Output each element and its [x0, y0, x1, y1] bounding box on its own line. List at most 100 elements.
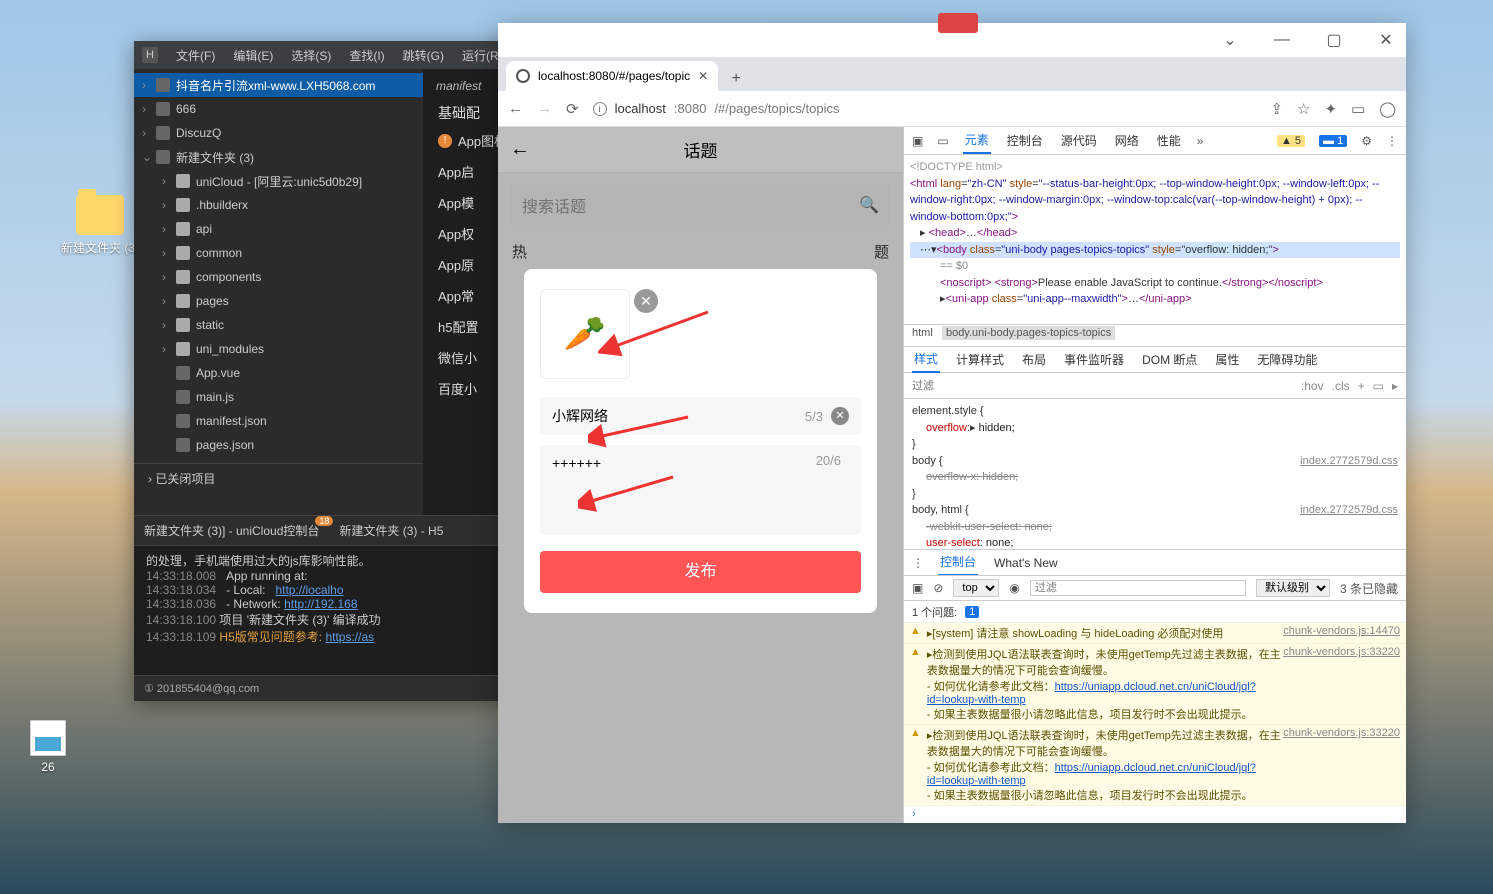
tab-styles[interactable]: 样式: [912, 346, 940, 373]
drawer-tab-whatsnew[interactable]: What's New: [992, 552, 1060, 574]
hov-toggle[interactable]: :hov: [1301, 379, 1324, 393]
tab-network[interactable]: 网络: [1113, 128, 1141, 153]
console-prompt[interactable]: ›: [904, 806, 1406, 822]
source-link[interactable]: chunk-vendors.js:33220: [1283, 646, 1400, 722]
source-link[interactable]: index.2772579d.css: [1300, 453, 1398, 470]
kebab-icon[interactable]: ⋮: [1386, 134, 1398, 148]
maximize-button[interactable]: ▢: [1320, 30, 1348, 50]
cls-toggle[interactable]: .cls: [1332, 379, 1350, 393]
tree-common[interactable]: ›common: [134, 241, 423, 265]
level-select[interactable]: 默认级别: [1256, 579, 1330, 597]
pin-icon[interactable]: ▸: [1392, 379, 1398, 393]
source-link[interactable]: chunk-vendors.js:14470: [1283, 625, 1400, 641]
tree-pages[interactable]: ›pages: [134, 289, 423, 313]
tab-console[interactable]: 控制台: [1005, 128, 1045, 153]
close-tab-icon[interactable]: ✕: [698, 69, 708, 83]
selected-element[interactable]: ⋯▾<body class="uni-body pages-topics-top…: [910, 242, 1400, 259]
tab-h5[interactable]: 新建文件夹 (3) - H5: [339, 522, 443, 539]
tree-proj-1[interactable]: ›抖音名片引流xml-www.LXH5068.com: [134, 73, 423, 97]
console-link[interactable]: https://as: [325, 630, 374, 644]
desktop-folder[interactable]: 新建文件夹 (3): [60, 195, 140, 256]
eye-icon[interactable]: ◉: [1009, 581, 1019, 595]
more-tabs-icon[interactable]: »: [1197, 134, 1204, 148]
clear-name-button[interactable]: ✕: [831, 407, 849, 425]
topic-desc-input[interactable]: [552, 455, 849, 503]
tab-unicloud[interactable]: 新建文件夹 (3)] - uniCloud控制台18: [144, 522, 319, 539]
share-icon[interactable]: ⇪: [1270, 100, 1283, 118]
topic-desc-field[interactable]: 20/6: [540, 445, 861, 535]
tab-computed[interactable]: 计算样式: [954, 347, 1006, 372]
tree-pages-json[interactable]: pages.json: [134, 433, 423, 457]
gear-icon[interactable]: ⚙: [1361, 134, 1372, 148]
menu-find[interactable]: 查找(I): [349, 47, 384, 64]
styles-filter-input[interactable]: [912, 380, 1293, 392]
minimize-button[interactable]: —: [1268, 31, 1296, 49]
site-info-icon[interactable]: i: [593, 102, 607, 116]
drawer-tab-console[interactable]: 控制台: [938, 549, 978, 576]
message-count-badge[interactable]: ▬ 1: [1319, 135, 1347, 147]
source-link[interactable]: chunk-vendors.js:33220: [1283, 727, 1400, 803]
new-rule-icon[interactable]: +: [1358, 379, 1365, 393]
console-link[interactable]: http://192.168: [284, 597, 357, 611]
elements-panel[interactable]: <!DOCTYPE html> <html lang="zh-CN" style…: [904, 155, 1406, 325]
tree-manifest[interactable]: manifest.json: [134, 409, 423, 433]
kebab-icon[interactable]: ⋮: [912, 556, 924, 570]
console-filter-input[interactable]: [1030, 580, 1246, 596]
menu-edit[interactable]: 编辑(E): [233, 47, 273, 64]
issue-bar[interactable]: 1 个问题: 1: [904, 601, 1406, 623]
close-modal-button[interactable]: ✕: [634, 289, 658, 313]
close-button[interactable]: ✕: [1372, 30, 1400, 50]
tree-unicloud[interactable]: ›uniCloud - [阿里云:unic5d0b29]: [134, 169, 423, 193]
tab-listeners[interactable]: 事件监听器: [1062, 347, 1126, 372]
tab-sources[interactable]: 源代码: [1059, 128, 1099, 153]
tab-props[interactable]: 属性: [1213, 347, 1241, 372]
tab-performance[interactable]: 性能: [1155, 128, 1183, 153]
topic-name-field[interactable]: 5/3 ✕: [540, 397, 861, 435]
breadcrumb[interactable]: html body.uni-body.pages-topics-topics: [904, 325, 1406, 347]
warning-count-badge[interactable]: ▲ 5: [1277, 135, 1305, 147]
device-icon[interactable]: ▭: [1373, 379, 1384, 393]
back-button[interactable]: ←: [508, 100, 523, 117]
device-icon[interactable]: ▭: [937, 134, 948, 148]
tree-proj-2[interactable]: ›666: [134, 97, 423, 121]
source-link[interactable]: index.2772579d.css: [1300, 502, 1398, 519]
closed-projects[interactable]: › 已关闭项目: [134, 463, 423, 493]
reload-button[interactable]: ⟳: [566, 100, 579, 118]
console-link[interactable]: http://localho: [275, 583, 343, 597]
tree-api[interactable]: ›api: [134, 217, 423, 241]
inspect-icon[interactable]: ▣: [912, 134, 923, 148]
tab-layout[interactable]: 布局: [1020, 347, 1048, 372]
styles-panel[interactable]: element.style { overflow:▸ hidden; } bod…: [904, 399, 1406, 549]
menu-select[interactable]: 选择(S): [291, 47, 331, 64]
topic-name-input[interactable]: [552, 408, 805, 424]
tree-proj-4[interactable]: ⌄新建文件夹 (3): [134, 145, 423, 169]
context-select[interactable]: top: [953, 579, 999, 597]
tree-main-js[interactable]: main.js: [134, 385, 423, 409]
tree-hbuilderx[interactable]: ›.hbuilderx: [134, 193, 423, 217]
tree-uni-modules[interactable]: ›uni_modules: [134, 337, 423, 361]
topic-avatar[interactable]: 🥕: [540, 289, 630, 379]
clear-console-icon[interactable]: ⊘: [933, 581, 943, 595]
tree-proj-3[interactable]: ›DiscuzQ: [134, 121, 423, 145]
forward-button[interactable]: →: [537, 100, 552, 117]
extensions-icon[interactable]: ✦: [1324, 100, 1337, 118]
menu-goto[interactable]: 跳转(G): [403, 47, 444, 64]
tree-components[interactable]: ›components: [134, 265, 423, 289]
tree-static[interactable]: ›static: [134, 313, 423, 337]
profile-icon[interactable]: ◯: [1379, 100, 1396, 118]
tree-app-vue[interactable]: App.vue: [134, 361, 423, 385]
publish-button[interactable]: 发布: [540, 551, 861, 593]
tab-dom-bp[interactable]: DOM 断点: [1140, 347, 1199, 372]
browser-tab[interactable]: localhost:8080/#/pages/topic ✕: [506, 61, 718, 91]
new-tab-button[interactable]: +: [724, 67, 748, 91]
sidebar-toggle-icon[interactable]: ▣: [912, 581, 923, 595]
tab-a11y[interactable]: 无障碍功能: [1255, 347, 1319, 372]
reading-list-icon[interactable]: ▭: [1351, 100, 1365, 118]
menu-file[interactable]: 文件(F): [176, 47, 215, 64]
chevron-down-icon[interactable]: ⌄: [1216, 30, 1244, 50]
address-bar[interactable]: i localhost:8080/#/pages/topics/topics: [593, 101, 1257, 116]
tab-elements[interactable]: 元素: [963, 127, 991, 154]
desktop-image[interactable]: 26: [8, 720, 88, 774]
menu-run[interactable]: 运行(R): [462, 47, 503, 64]
bookmark-icon[interactable]: ☆: [1297, 100, 1310, 118]
